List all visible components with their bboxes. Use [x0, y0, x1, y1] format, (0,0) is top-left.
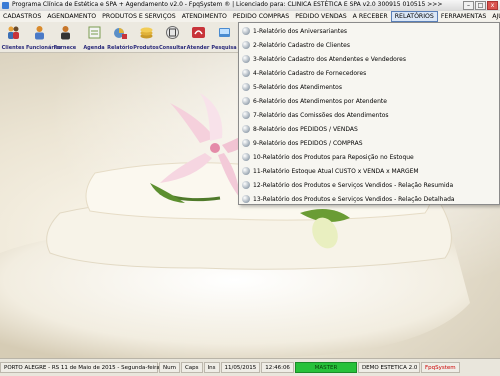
status-ins: Ins — [203, 362, 220, 373]
window-controls: – □ x — [463, 1, 498, 10]
status-caps: Caps — [180, 362, 203, 373]
menu-item-label: 5-Relatório dos Atendimentos — [253, 83, 342, 91]
report-item-icon — [242, 139, 250, 147]
menu-item-label: 3-Relatório Cadastro dos Atendentes e Ve… — [253, 55, 406, 63]
menu-item-report-13[interactable]: 13-Relatório dos Produtos e Serviços Ven… — [239, 192, 499, 206]
toolbar-pesquisa-button[interactable]: Pesquisa — [211, 22, 237, 52]
menu-item-report-7[interactable]: 7-Relatório das Comissões dos Atendiment… — [239, 108, 499, 122]
toolbar-label: Funcionários — [26, 45, 62, 51]
toolbar-label: Atender — [186, 45, 210, 51]
suppliers-icon — [61, 26, 70, 40]
menu-item-report-4[interactable]: 4-Relatório Cadastro de Fornecedores — [239, 66, 499, 80]
toolbar: Clientes Funcionários Fornece Agenda Rel… — [0, 22, 238, 53]
menu-item-label: 1-Relatório dos Aniversariantes — [253, 27, 348, 35]
status-user: MASTER — [294, 362, 357, 373]
status-date: 11/05/2015 — [220, 362, 261, 373]
menu-item-label: 9-Relatório dos PEDIDOS / COMPRAS — [253, 139, 363, 147]
toolbar-label: Fornece — [53, 45, 77, 51]
menu-agendamento[interactable]: AGENDAMENTO — [44, 11, 99, 22]
menu-item-label: 10-Relatório dos Produtos para Reposição… — [253, 153, 414, 161]
report-item-icon — [242, 181, 250, 189]
menu-item-report-6[interactable]: 6-Relatório dos Atendimentos por Atenden… — [239, 94, 499, 108]
products-icon — [140, 27, 153, 39]
toolbar-relatorio-button[interactable]: Relatório — [107, 22, 133, 52]
menu-relatorios[interactable]: RELATÓRIOS — [390, 11, 438, 22]
menu-item-label: 6-Relatório dos Atendimentos por Atenden… — [253, 97, 387, 105]
minimize-button[interactable]: – — [463, 1, 474, 10]
status-time: 12:46:06 — [261, 362, 294, 373]
menu-pedido-vendas[interactable]: PEDIDO VENDAS — [292, 11, 349, 22]
menu-item-label: 2-Relatório Cadastro de Clientes — [253, 41, 350, 49]
menu-ferramentas[interactable]: FERRAMENTAS — [438, 11, 489, 22]
menu-item-label: 8-Relatório dos PEDIDOS / VENDAS — [253, 125, 358, 133]
toolbar-atender-button[interactable]: Atender — [185, 22, 211, 52]
status-company: DEMO ESTETICA 2.0 — [357, 362, 420, 373]
reports-dropdown-menu: 1-Relatório dos Aniversariantes 2-Relató… — [238, 22, 500, 205]
window-title: Programa Clínica de Estética e SPA + Age… — [12, 1, 443, 8]
report-item-icon — [242, 167, 250, 175]
report-item-icon — [242, 83, 250, 91]
menu-item-label: 13-Relatório dos Produtos e Serviços Ven… — [253, 195, 455, 203]
toolbar-consultar-button[interactable]: Consultar — [159, 22, 187, 52]
report-item-icon — [242, 97, 250, 105]
status-num: Num — [159, 362, 180, 373]
menu-item-label: 4-Relatório Cadastro de Fornecedores — [253, 69, 367, 77]
menu-pedido-compras[interactable]: PEDIDO COMPRAS — [230, 11, 292, 22]
menu-cadastros[interactable]: CADASTROS — [0, 11, 44, 22]
clients-icon — [8, 26, 19, 39]
menu-item-label: 7-Relatório das Comissões dos Atendiment… — [253, 111, 389, 119]
toolbar-label: Agenda — [83, 45, 105, 51]
toolbar-fornece-button[interactable]: Fornece — [52, 22, 78, 52]
toolbar-label: Relatório — [107, 45, 133, 51]
toolbar-label: Pesquisa — [211, 45, 237, 51]
toolbar-agenda-button[interactable]: Agenda — [81, 22, 107, 52]
menu-item-report-2[interactable]: 2-Relatório Cadastro de Clientes — [239, 38, 499, 52]
menu-item-label: 11-Relatório Estoque Atual CUSTO x VENDA… — [253, 167, 419, 175]
toolbar-produtos-button[interactable]: Produtos — [133, 22, 159, 52]
menu-item-report-8[interactable]: 8-Relatório dos PEDIDOS / VENDAS — [239, 122, 499, 136]
menu-produtos-servicos[interactable]: PRODUTOS E SERVIÇOS — [99, 11, 179, 22]
report-item-icon — [242, 111, 250, 119]
menu-item-report-5[interactable]: 5-Relatório dos Atendimentos — [239, 80, 499, 94]
menu-item-report-12[interactable]: 12-Relatório dos Produtos e Serviços Ven… — [239, 178, 499, 192]
agenda-icon — [88, 26, 101, 39]
app-icon — [2, 2, 9, 9]
maximize-button[interactable]: □ — [475, 1, 486, 10]
menu-a-receber[interactable]: A RECEBER — [350, 11, 391, 22]
menu-item-report-10[interactable]: 10-Relatório dos Produtos para Reposição… — [239, 150, 499, 164]
toolbar-label: Clientes — [1, 45, 25, 51]
menu-ajuda[interactable]: AJUDA — [489, 11, 500, 22]
report-item-icon — [242, 153, 250, 161]
menu-item-report-11[interactable]: 11-Relatório Estoque Atual CUSTO x VENDA… — [239, 164, 499, 178]
status-brand: FpqSystem — [420, 362, 460, 373]
toolbar-funcionarios-button[interactable]: Funcionários — [26, 22, 62, 52]
report-item-icon — [242, 27, 250, 35]
menu-atendimento[interactable]: ATENDIMENTO — [179, 11, 230, 22]
toolbar-label: Consultar — [159, 45, 187, 51]
toolbar-clientes-button[interactable]: Clientes — [0, 22, 26, 52]
attend-icon — [192, 27, 205, 38]
toolbar-label: Produtos — [133, 45, 159, 51]
menu-item-report-9[interactable]: 9-Relatório dos PEDIDOS / COMPRAS — [239, 136, 499, 150]
close-button[interactable]: x — [487, 1, 498, 10]
status-location-date: PORTO ALEGRE - RS 11 de Maio de 2015 - S… — [0, 362, 160, 373]
report-item-icon — [242, 41, 250, 49]
research-icon — [219, 28, 230, 37]
menu-item-report-1[interactable]: 1-Relatório dos Aniversariantes — [239, 24, 499, 38]
report-item-icon — [242, 69, 250, 77]
search-icon — [166, 26, 179, 39]
report-item-icon — [242, 55, 250, 63]
status-bar: PORTO ALEGRE - RS 11 de Maio de 2015 - S… — [0, 358, 500, 376]
report-item-icon — [242, 195, 250, 203]
report-item-icon — [242, 125, 250, 133]
report-icon — [114, 28, 127, 39]
employees-icon — [35, 26, 44, 40]
menu-item-label: 12-Relatório dos Produtos e Serviços Ven… — [253, 181, 454, 189]
menu-item-report-3[interactable]: 3-Relatório Cadastro dos Atendentes e Ve… — [239, 52, 499, 66]
